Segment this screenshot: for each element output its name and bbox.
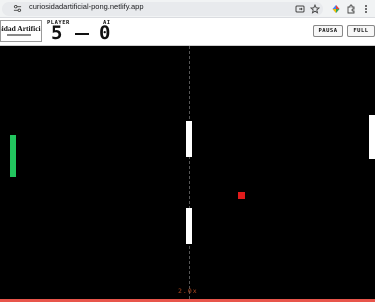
fullscreen-button[interactable]: FULL xyxy=(347,25,375,37)
brand-tagline-bar xyxy=(7,34,31,36)
game-header: osidad Artificial PLAYER 5 AI 0 PAUSA FU… xyxy=(0,18,375,46)
address-url[interactable]: curiosidadartificial-pong.netlify.app xyxy=(29,2,144,12)
browser-menu-icon[interactable] xyxy=(361,4,371,14)
score-separator xyxy=(75,33,89,35)
brand-logo[interactable]: osidad Artificial xyxy=(0,20,42,42)
open-in-app-icon[interactable] xyxy=(295,4,305,14)
speed-readout: 2.0x xyxy=(178,287,198,295)
brand-name: osidad Artificial xyxy=(1,24,41,33)
ball xyxy=(238,192,245,199)
player-paddle[interactable] xyxy=(10,135,16,177)
puzzle-icon[interactable] xyxy=(346,4,356,14)
center-obstacle-bottom xyxy=(186,208,192,244)
ai-paddle xyxy=(369,115,375,159)
game-canvas[interactable]: 2.0x xyxy=(0,46,375,299)
extensions-icon[interactable] xyxy=(331,4,341,14)
ai-score: 0 xyxy=(99,22,111,44)
center-net xyxy=(189,46,190,299)
center-obstacle-top xyxy=(186,121,192,157)
player-score: 5 xyxy=(51,22,63,44)
bookmark-star-icon[interactable] xyxy=(310,4,320,14)
pause-button[interactable]: PAUSA xyxy=(313,25,343,37)
site-info-icon[interactable] xyxy=(13,4,22,13)
browser-toolbar: curiosidadartificial-pong.netlify.app xyxy=(0,0,375,18)
